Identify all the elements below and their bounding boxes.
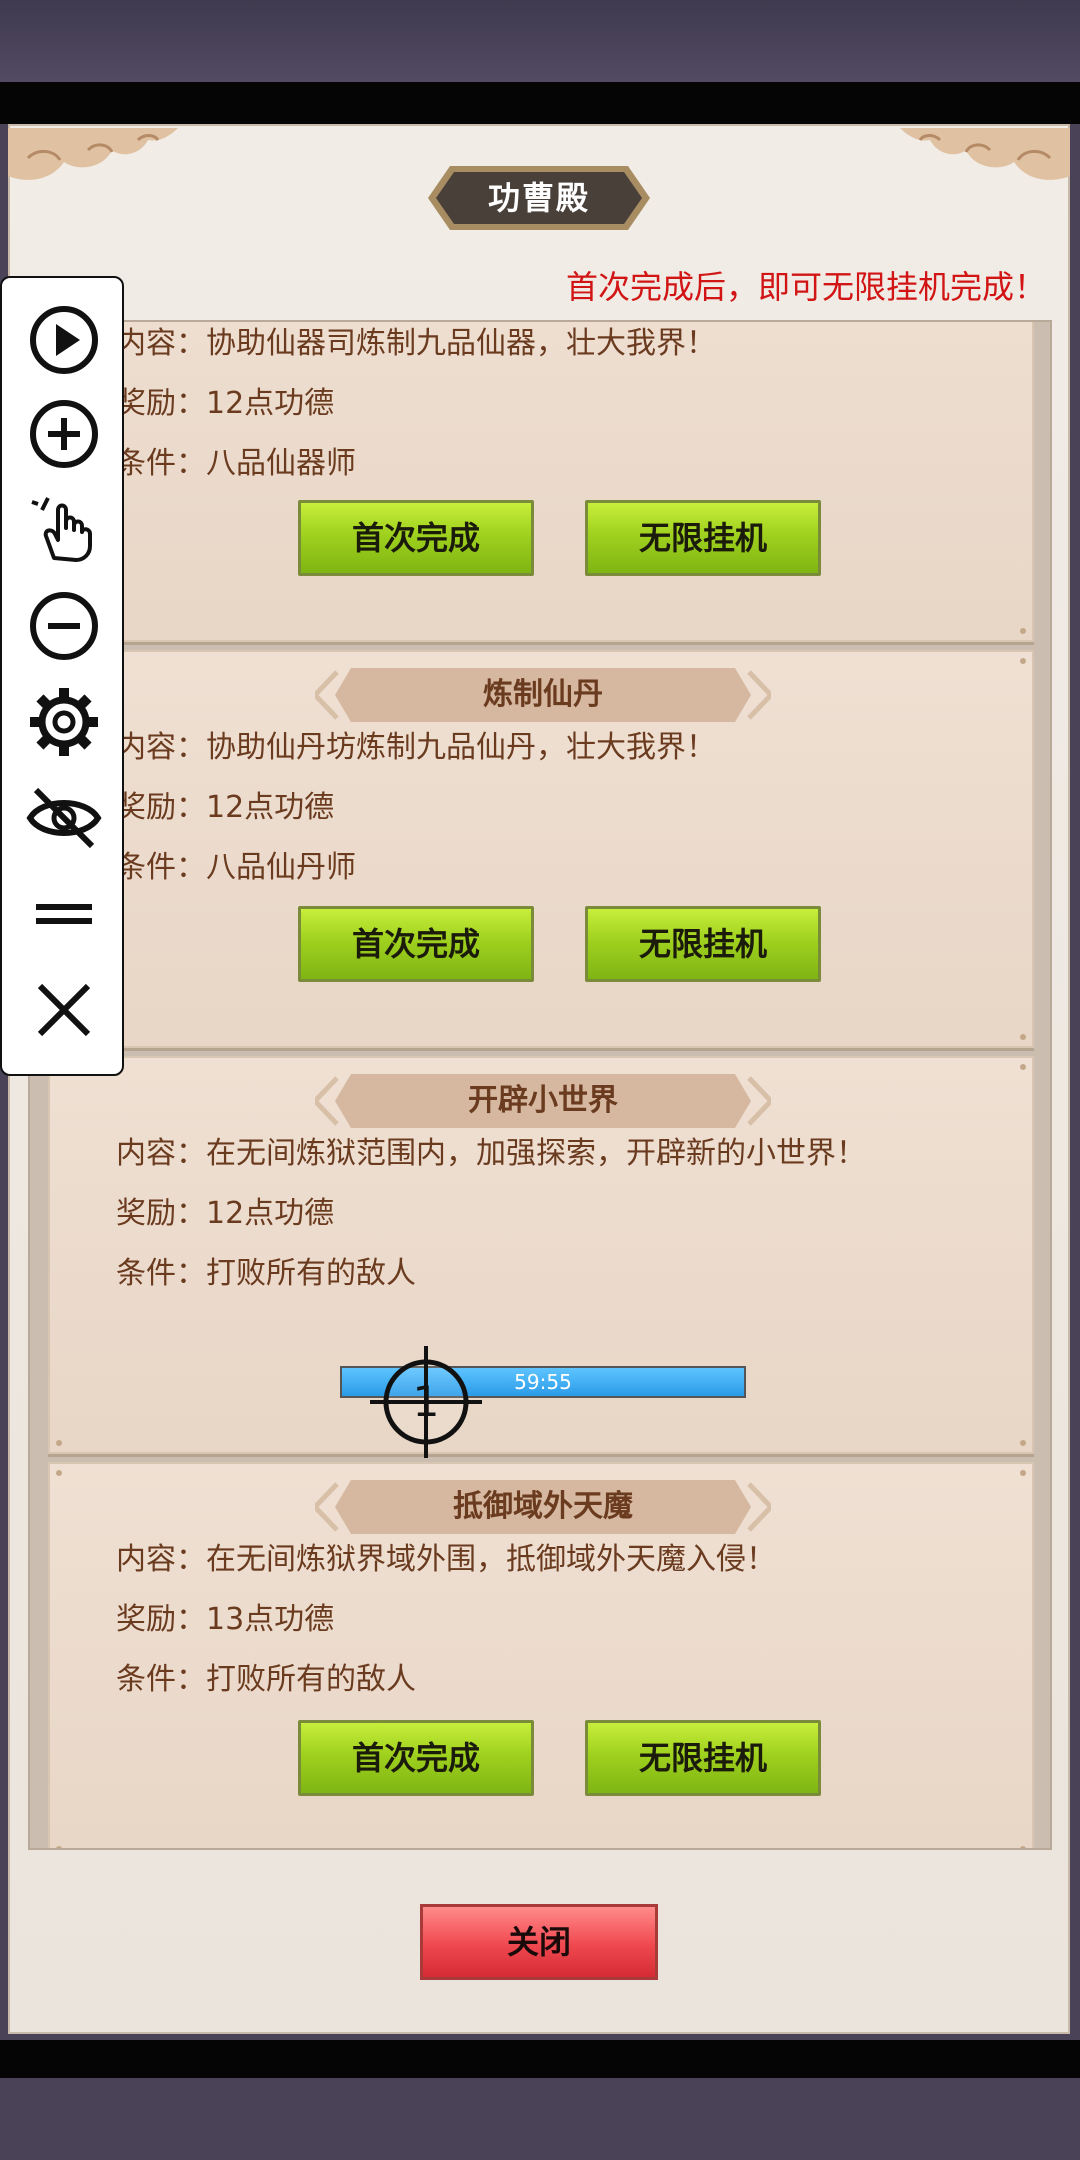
task-card: 内容：协助仙器司炼制九品仙器，壮大我界！ 奖励：12点功德 条件：八品仙器师 首… [48,322,1034,642]
eye-off-icon[interactable] [24,778,104,858]
first-complete-button[interactable]: 首次完成 [298,906,534,982]
card-title: 炼制仙丹 [483,677,603,712]
bottom-background [0,2078,1080,2160]
corner-dot [1020,1064,1026,1070]
infinite-idle-button[interactable]: 无限挂机 [585,1720,821,1796]
card-title: 开辟小世界 [468,1083,618,1118]
corner-dot [1020,1846,1026,1848]
reward-text: 奖励：12点功德 [116,790,335,825]
tap-hand-icon[interactable] [24,488,104,568]
close-button[interactable]: 关闭 [420,1904,658,1980]
condition-text: 条件：打败所有的敌人 [116,1662,416,1697]
overlay-toolbar [0,276,124,1076]
corner-dot [1020,1470,1026,1476]
card-title: 抵御域外天魔 [453,1489,633,1524]
task-card: 开辟小世界 内容：在无间炼狱范围内，加强探索，开辟新的小世界！ 奖励：12点功德… [48,1056,1034,1458]
content-text: 内容：协助仙器司炼制九品仙器，壮大我界！ [116,326,716,361]
bottom-letterbox [0,2040,1080,2078]
task-card: 抵御域外天魔 内容：在无间炼狱界域外围，抵御域外天魔入侵！ 奖励：13点功德 条… [48,1462,1034,1848]
play-icon[interactable] [24,300,104,380]
content-text: 内容：在无间炼狱界域外围，抵御域外天魔入侵！ [116,1542,776,1577]
infinite-idle-button[interactable]: 无限挂机 [585,906,821,982]
crosshair-number: 1 [413,1377,440,1426]
reward-text: 奖励：12点功德 [116,386,335,421]
first-complete-button[interactable]: 首次完成 [298,500,534,576]
first-complete-button[interactable]: 首次完成 [298,1720,534,1796]
content-text: 内容：在无间炼狱范围内，加强探索，开辟新的小世界！ [116,1136,866,1171]
zoom-out-icon[interactable] [24,586,104,666]
corner-dot [56,1470,62,1476]
condition-text: 条件：八品仙器师 [116,446,356,481]
content-text: 内容：协助仙丹坊炼制九品仙丹，壮大我界！ [116,730,716,765]
infinite-idle-button[interactable]: 无限挂机 [585,500,821,576]
zoom-in-icon[interactable] [24,394,104,474]
page-title: 功曹殿 [487,179,590,217]
corner-dot [56,1846,62,1848]
cloud-ornament-left [8,128,178,180]
reward-text: 奖励：12点功德 [116,1196,335,1231]
cloud-ornament-right [900,128,1070,180]
reward-text: 奖励：13点功德 [116,1602,335,1637]
top-background [0,0,1080,82]
close-icon[interactable] [24,970,104,1050]
corner-dot [1020,628,1026,634]
menu-equals-icon[interactable] [24,874,104,954]
condition-text: 条件：打败所有的敌人 [116,1256,416,1291]
corner-dot [1020,658,1026,664]
task-card: 炼制仙丹 内容：协助仙丹坊炼制九品仙丹，壮大我界！ 奖励：12点功德 条件：八品… [48,650,1034,1048]
gear-icon[interactable] [24,682,104,762]
top-letterbox [0,82,1080,124]
condition-text: 条件：八品仙丹师 [116,850,356,885]
corner-dot [1020,1440,1026,1446]
crosshair-icon[interactable]: 1 [370,1346,482,1458]
notice-text: 首次完成后，即可无限挂机完成！ [565,268,1046,306]
corner-dot [56,1440,62,1446]
task-list[interactable]: 内容：协助仙器司炼制九品仙器，壮大我界！ 奖励：12点功德 条件：八品仙器师 首… [28,320,1052,1850]
corner-dot [1020,1034,1026,1040]
